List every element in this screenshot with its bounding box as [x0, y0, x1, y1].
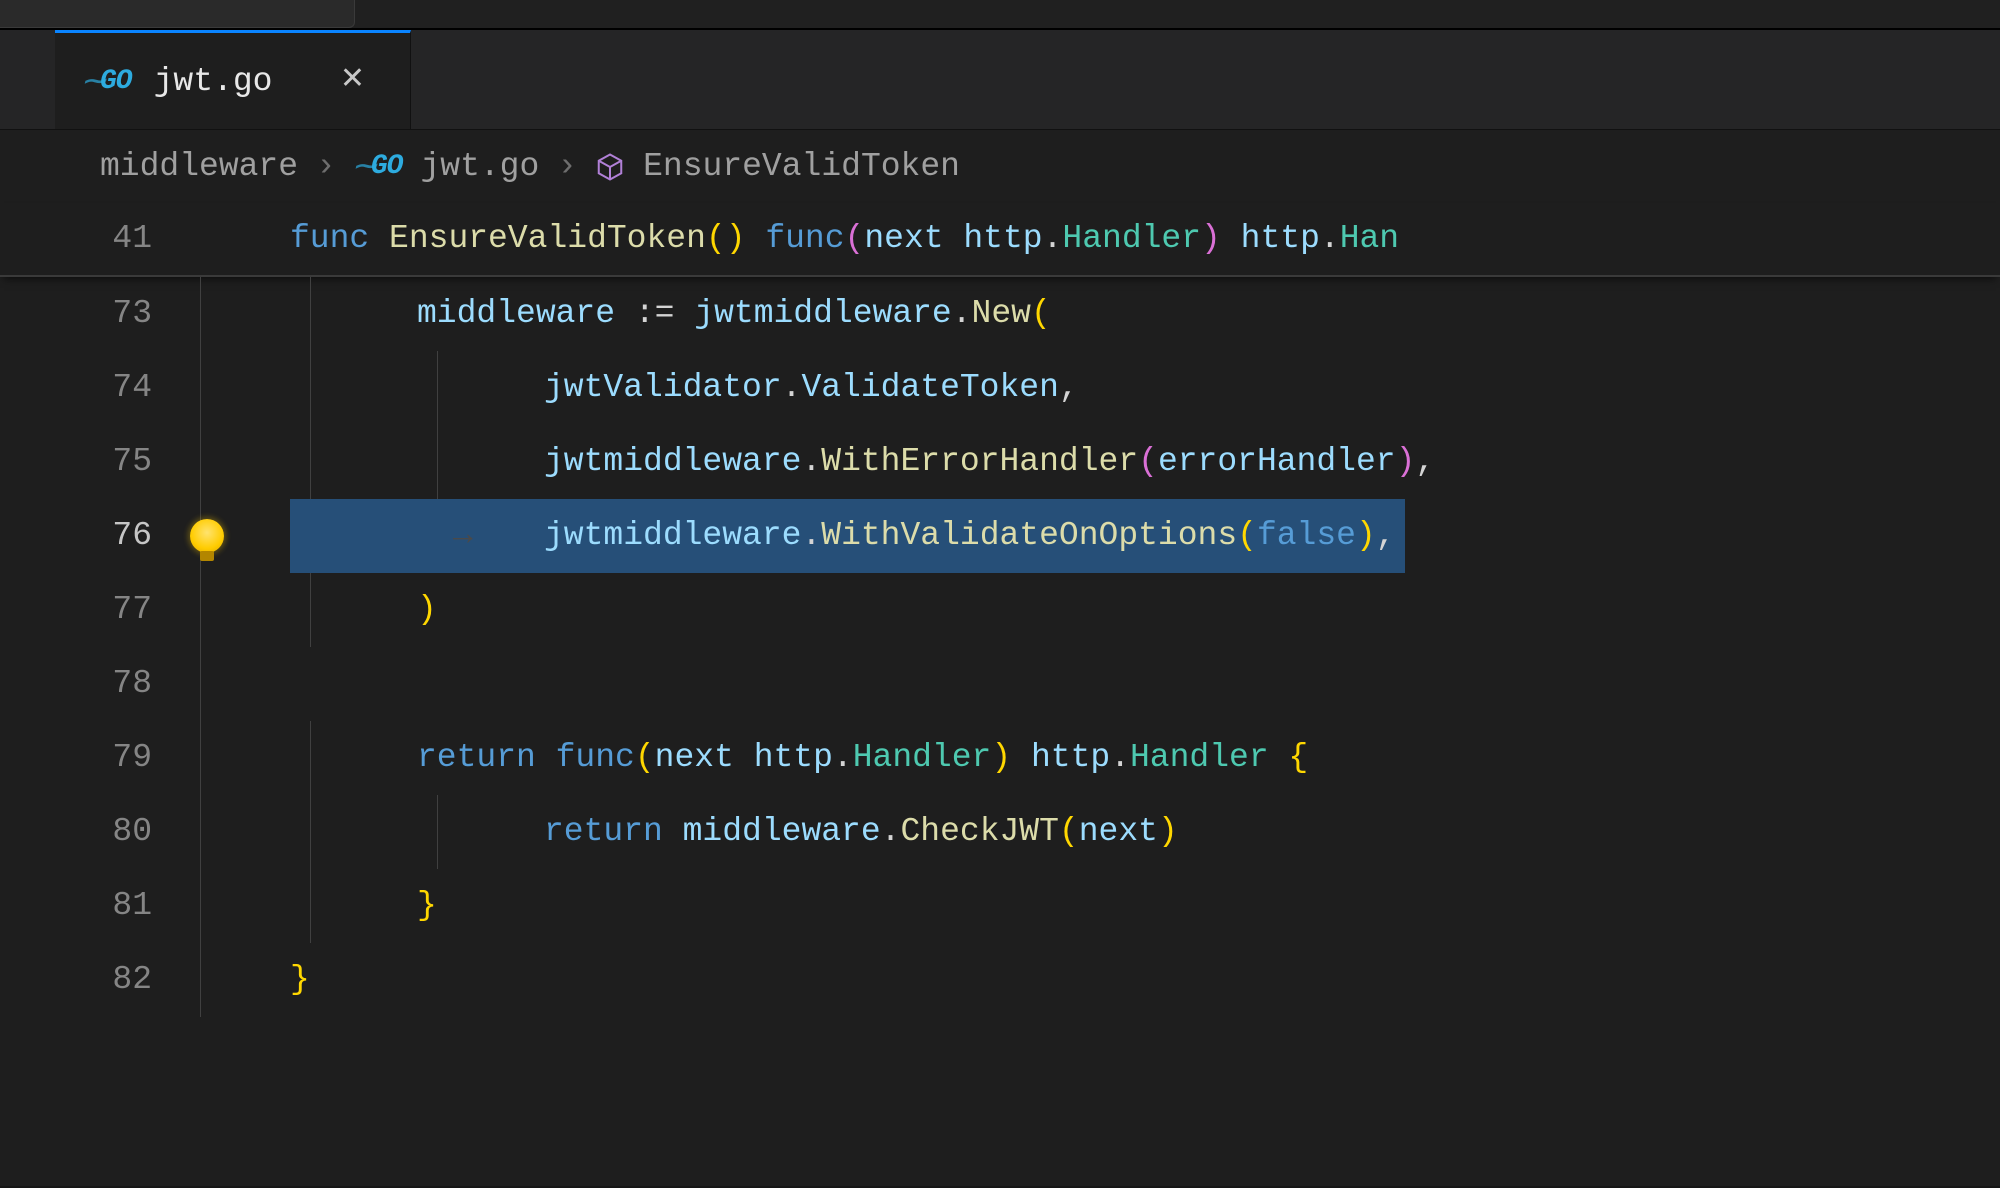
- code-editor[interactable]: 41 func EnsureValidToken() func(next http…: [0, 203, 2000, 1186]
- code-line-82[interactable]: 82}: [0, 943, 2000, 1017]
- editor-tab-bar: GO jwt.go ✕: [0, 30, 2000, 130]
- code-line-76[interactable]: 76 →jwtmiddleware.WithValidateOnOptions(f…: [0, 499, 2000, 573]
- code-content[interactable]: jwtmiddleware.WithErrorHandler(errorHand…: [290, 425, 2000, 499]
- line-number: 77: [0, 573, 200, 647]
- line-number: 81: [0, 869, 200, 943]
- code-content[interactable]: return middleware.CheckJWT(next): [290, 795, 2000, 869]
- glyph-margin: [200, 351, 290, 425]
- code-content[interactable]: ): [290, 573, 2000, 647]
- close-icon[interactable]: ✕: [334, 63, 370, 99]
- line-number: 41: [0, 203, 200, 275]
- code-content[interactable]: }: [290, 869, 2000, 943]
- line-number: 80: [0, 795, 200, 869]
- whitespace-arrow-icon: →: [453, 499, 473, 573]
- code-line-77[interactable]: 77): [0, 573, 2000, 647]
- line-number: 73: [0, 277, 200, 351]
- glyph-margin: [200, 573, 290, 647]
- glyph-margin: [200, 203, 290, 275]
- code-line-73[interactable]: 73 middleware := jwtmiddleware.New(: [0, 277, 2000, 351]
- code-content[interactable]: }: [290, 943, 2000, 1017]
- glyph-margin: [200, 277, 290, 351]
- chevron-right-icon: ›: [557, 148, 577, 185]
- line-number: 74: [0, 351, 200, 425]
- glyph-margin: [200, 721, 290, 795]
- chevron-right-icon: ›: [316, 148, 336, 185]
- code-content[interactable]: func EnsureValidToken() func(next http.H…: [290, 203, 2000, 275]
- titlebar-remnant: [0, 0, 2000, 30]
- glyph-margin: [200, 425, 290, 499]
- code-content[interactable]: return func(next http.Handler) http.Hand…: [290, 721, 2000, 795]
- tab-label: jwt.go: [154, 63, 273, 100]
- glyph-margin: [200, 499, 290, 573]
- code-line-74[interactable]: 74 jwtValidator.ValidateToken,: [0, 351, 2000, 425]
- code-line-78[interactable]: 78: [0, 647, 2000, 721]
- code-line-41[interactable]: 41 func EnsureValidToken() func(next http…: [0, 203, 2000, 277]
- line-number: 75: [0, 425, 200, 499]
- code-line-79[interactable]: 79 return func(next http.Handler) http.Ha…: [0, 721, 2000, 795]
- line-number: 76: [0, 499, 200, 573]
- code-content[interactable]: jwtValidator.ValidateToken,: [290, 351, 2000, 425]
- symbol-function-icon: [595, 152, 625, 182]
- code-line-81[interactable]: 81}: [0, 869, 2000, 943]
- glyph-margin: [200, 647, 290, 721]
- titlebar-corner: [0, 0, 355, 28]
- go-file-icon: GO: [354, 151, 403, 182]
- code-content[interactable]: →jwtmiddleware.WithValidateOnOptions(fal…: [290, 499, 2000, 573]
- line-number: 82: [0, 943, 200, 1017]
- code-line-75[interactable]: 75 jwtmiddleware.WithErrorHandler(errorHa…: [0, 425, 2000, 499]
- code-content[interactable]: middleware := jwtmiddleware.New(: [290, 277, 2000, 351]
- breadcrumb-folder[interactable]: middleware: [100, 148, 298, 185]
- glyph-margin: [200, 795, 290, 869]
- line-number: 78: [0, 647, 200, 721]
- glyph-margin: [200, 943, 290, 1017]
- breadcrumb-file[interactable]: jwt.go: [420, 148, 539, 185]
- tab-jwt-go[interactable]: GO jwt.go ✕: [55, 30, 411, 129]
- glyph-margin: [200, 869, 290, 943]
- go-file-icon: GO: [83, 66, 132, 97]
- line-number: 79: [0, 721, 200, 795]
- breadcrumb-symbol[interactable]: EnsureValidToken: [643, 148, 960, 185]
- breadcrumb[interactable]: middleware › GO jwt.go › EnsureValidToke…: [0, 130, 2000, 203]
- code-content[interactable]: [290, 647, 2000, 721]
- lightbulb-icon[interactable]: [190, 519, 224, 553]
- code-line-80[interactable]: 80 return middleware.CheckJWT(next): [0, 795, 2000, 869]
